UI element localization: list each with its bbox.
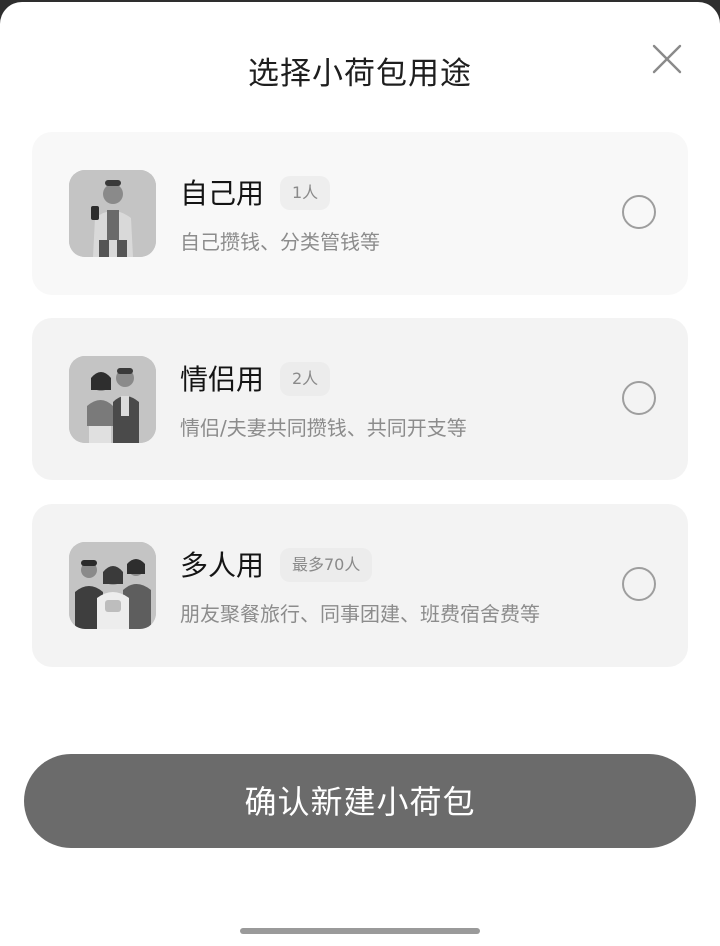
option-description: 情侣/夫妻共同攒钱、共同开支等 [180,416,467,440]
confirm-create-button[interactable]: 确认新建小荷包 [24,754,696,848]
option-card-couple[interactable]: 情侣用 2人 情侣/夫妻共同攒钱、共同开支等 [32,318,688,480]
option-name: 自己用 [180,177,265,210]
purpose-sheet: 选择小荷包用途 自己用 1人 自己攒钱、分类管钱等 情侣用 2人 情侣/夫妻共同… [0,2,720,946]
home-indicator[interactable] [240,928,480,934]
option-radio[interactable] [622,381,656,415]
close-icon[interactable] [646,38,688,80]
sheet-title: 选择小荷包用途 [248,56,472,92]
option-description: 朋友聚餐旅行、同事团建、班费宿舍费等 [180,602,540,626]
option-radio[interactable] [622,567,656,601]
single-person-avatar-icon [69,170,156,257]
group-avatar-icon [69,542,156,629]
option-description: 自己攒钱、分类管钱等 [180,230,380,254]
option-radio[interactable] [622,195,656,229]
option-card-self[interactable]: 自己用 1人 自己攒钱、分类管钱等 [32,132,688,295]
option-name: 多人用 [180,549,265,582]
member-count-badge: 最多70人 [280,548,373,582]
option-name: 情侣用 [180,363,265,396]
member-count-badge: 1人 [280,176,331,210]
option-card-group[interactable]: 多人用 最多70人 朋友聚餐旅行、同事团建、班费宿舍费等 [32,504,688,667]
member-count-badge: 2人 [280,362,331,396]
couple-avatar-icon [69,356,156,443]
